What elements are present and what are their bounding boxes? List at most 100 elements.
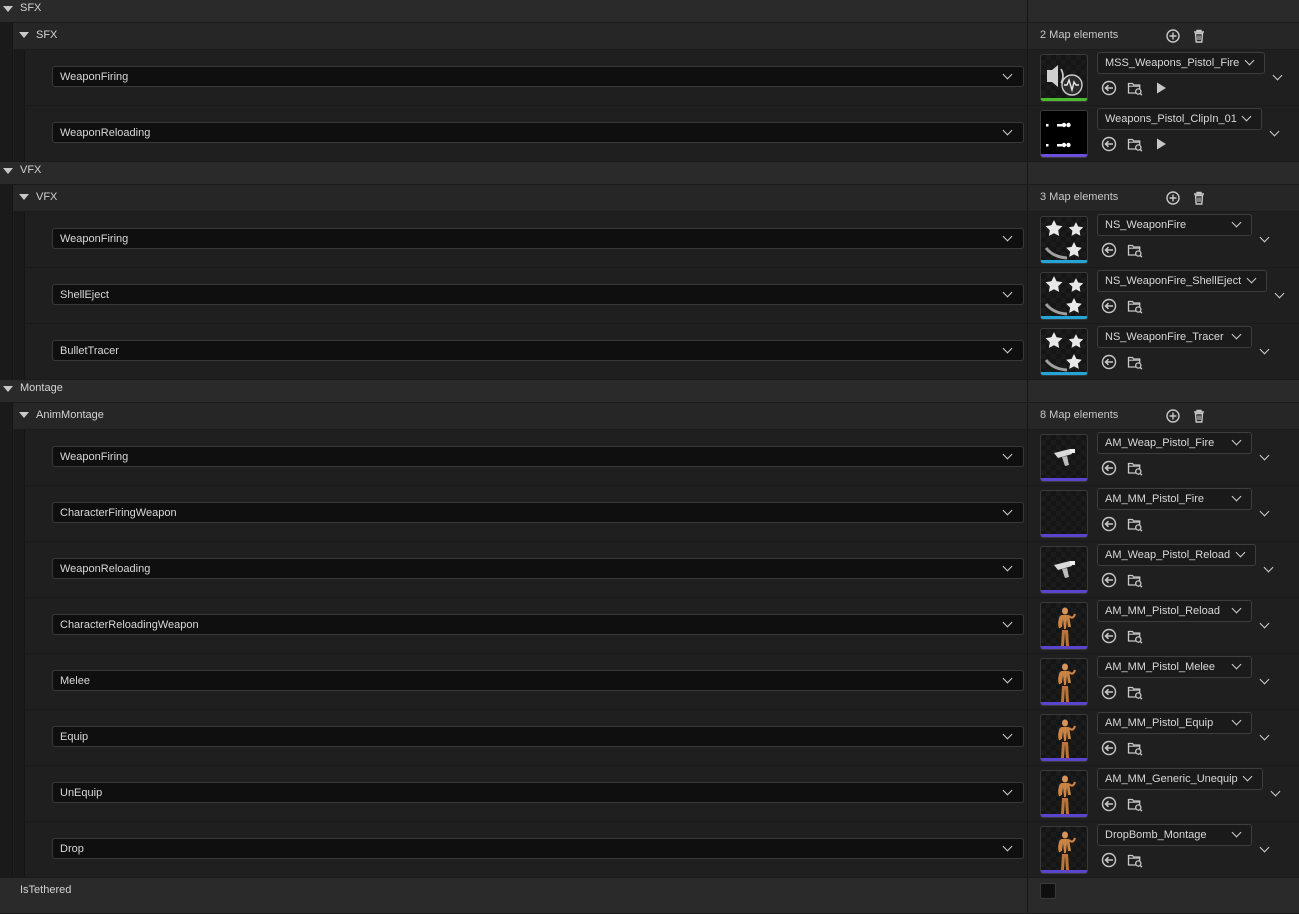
asset-thumbnail[interactable]	[1040, 602, 1088, 650]
chevron-down-icon[interactable]	[1231, 217, 1242, 228]
asset-thumbnail[interactable]	[1040, 434, 1088, 482]
chevron-down-icon[interactable]	[1231, 435, 1242, 446]
category-header[interactable]: VFX	[0, 162, 1299, 185]
asset-picker-combo[interactable]: AM_MM_Pistol_Melee	[1097, 656, 1252, 678]
use-selected-asset-button[interactable]	[1100, 79, 1118, 97]
use-selected-asset-button[interactable]	[1100, 795, 1118, 813]
asset-picker-combo[interactable]: NS_WeaponFire_Tracer	[1097, 326, 1252, 348]
asset-thumbnail[interactable]	[1040, 770, 1088, 818]
chevron-down-icon[interactable]	[1002, 729, 1013, 740]
gameplay-tag-key-combo[interactable]: CharacterFiringWeapon	[52, 502, 1024, 523]
asset-picker-combo[interactable]: NS_WeaponFire_ShellEject	[1097, 270, 1267, 292]
chevron-down-icon[interactable]	[1002, 841, 1013, 852]
gameplay-tag-key-combo[interactable]: WeaponFiring	[52, 228, 1024, 249]
asset-thumbnail[interactable]	[1040, 658, 1088, 706]
expand-arrow-icon[interactable]	[3, 6, 13, 12]
gameplay-tag-key-combo[interactable]: UnEquip	[52, 782, 1024, 803]
browse-to-asset-button[interactable]	[1126, 79, 1144, 97]
browse-to-asset-button[interactable]	[1126, 683, 1144, 701]
entry-expand-chevron-icon[interactable]	[1259, 450, 1270, 461]
asset-thumbnail[interactable]	[1040, 54, 1088, 102]
asset-picker-combo[interactable]: AM_MM_Generic_Unequip	[1097, 768, 1263, 790]
chevron-down-icon[interactable]	[1231, 659, 1242, 670]
asset-picker-combo[interactable]: AM_Weap_Pistol_Fire	[1097, 432, 1252, 454]
browse-to-asset-button[interactable]	[1126, 241, 1144, 259]
chevron-down-icon[interactable]	[1002, 505, 1013, 516]
entry-expand-chevron-icon[interactable]	[1259, 618, 1270, 629]
chevron-down-icon[interactable]	[1002, 617, 1013, 628]
entry-expand-chevron-icon[interactable]	[1259, 232, 1270, 243]
delete-all-button[interactable]	[1190, 407, 1208, 425]
browse-to-asset-button[interactable]	[1126, 851, 1144, 869]
asset-picker-combo[interactable]: DropBomb_Montage	[1097, 824, 1252, 846]
use-selected-asset-button[interactable]	[1100, 571, 1118, 589]
use-selected-asset-button[interactable]	[1100, 739, 1118, 757]
chevron-down-icon[interactable]	[1241, 111, 1252, 122]
entry-expand-chevron-icon[interactable]	[1270, 786, 1281, 797]
gameplay-tag-key-combo[interactable]: CharacterReloadingWeapon	[52, 614, 1024, 635]
asset-picker-combo[interactable]: MSS_Weapons_Pistol_Fire	[1097, 52, 1265, 74]
asset-picker-combo[interactable]: AM_MM_Pistol_Reload	[1097, 600, 1252, 622]
chevron-down-icon[interactable]	[1231, 715, 1242, 726]
browse-to-asset-button[interactable]	[1126, 515, 1144, 533]
category-header[interactable]: Montage	[0, 380, 1299, 403]
expand-arrow-icon[interactable]	[19, 194, 29, 200]
add-element-button[interactable]	[1164, 407, 1182, 425]
use-selected-asset-button[interactable]	[1100, 353, 1118, 371]
chevron-down-icon[interactable]	[1002, 125, 1013, 136]
chevron-down-icon[interactable]	[1002, 561, 1013, 572]
asset-thumbnail[interactable]	[1040, 272, 1088, 320]
expand-arrow-icon[interactable]	[3, 386, 13, 392]
asset-picker-combo[interactable]: AM_MM_Pistol_Fire	[1097, 488, 1252, 510]
browse-to-asset-button[interactable]	[1126, 795, 1144, 813]
asset-thumbnail[interactable]	[1040, 546, 1088, 594]
entry-expand-chevron-icon[interactable]	[1259, 674, 1270, 685]
asset-picker-combo[interactable]: AM_MM_Pistol_Equip	[1097, 712, 1252, 734]
use-selected-asset-button[interactable]	[1100, 851, 1118, 869]
gameplay-tag-key-combo[interactable]: WeaponReloading	[52, 558, 1024, 579]
chevron-down-icon[interactable]	[1002, 231, 1013, 242]
use-selected-asset-button[interactable]	[1100, 459, 1118, 477]
entry-expand-chevron-icon[interactable]	[1274, 288, 1285, 299]
chevron-down-icon[interactable]	[1231, 329, 1242, 340]
category-header[interactable]: SFX	[0, 0, 1299, 23]
chevron-down-icon[interactable]	[1244, 55, 1255, 66]
browse-to-asset-button[interactable]	[1126, 739, 1144, 757]
play-sound-button[interactable]	[1152, 79, 1170, 97]
gameplay-tag-key-combo[interactable]: WeaponFiring	[52, 446, 1024, 467]
asset-thumbnail[interactable]	[1040, 110, 1088, 158]
istethered-checkbox[interactable]	[1040, 883, 1056, 899]
delete-all-button[interactable]	[1190, 189, 1208, 207]
use-selected-asset-button[interactable]	[1100, 135, 1118, 153]
chevron-down-icon[interactable]	[1002, 785, 1013, 796]
delete-all-button[interactable]	[1190, 27, 1208, 45]
map-property-header[interactable]: SFX 2 Map elements	[0, 23, 1299, 50]
entry-expand-chevron-icon[interactable]	[1272, 70, 1283, 81]
gameplay-tag-key-combo[interactable]: BulletTracer	[52, 340, 1024, 361]
use-selected-asset-button[interactable]	[1100, 515, 1118, 533]
chevron-down-icon[interactable]	[1235, 547, 1246, 558]
use-selected-asset-button[interactable]	[1100, 297, 1118, 315]
use-selected-asset-button[interactable]	[1100, 627, 1118, 645]
asset-thumbnail[interactable]	[1040, 490, 1088, 538]
use-selected-asset-button[interactable]	[1100, 241, 1118, 259]
gameplay-tag-key-combo[interactable]: WeaponReloading	[52, 122, 1024, 143]
map-property-header[interactable]: AnimMontage 8 Map elements	[0, 403, 1299, 430]
entry-expand-chevron-icon[interactable]	[1259, 506, 1270, 517]
map-property-header[interactable]: VFX 3 Map elements	[0, 185, 1299, 212]
expand-arrow-icon[interactable]	[19, 412, 29, 418]
gameplay-tag-key-combo[interactable]: Melee	[52, 670, 1024, 691]
chevron-down-icon[interactable]	[1002, 69, 1013, 80]
asset-picker-combo[interactable]: Weapons_Pistol_ClipIn_01	[1097, 108, 1262, 130]
browse-to-asset-button[interactable]	[1126, 297, 1144, 315]
gameplay-tag-key-combo[interactable]: Drop	[52, 838, 1024, 859]
asset-picker-combo[interactable]: NS_WeaponFire	[1097, 214, 1252, 236]
chevron-down-icon[interactable]	[1002, 287, 1013, 298]
entry-expand-chevron-icon[interactable]	[1259, 344, 1270, 355]
entry-expand-chevron-icon[interactable]	[1259, 842, 1270, 853]
asset-picker-combo[interactable]: AM_Weap_Pistol_Reload	[1097, 544, 1256, 566]
add-element-button[interactable]	[1164, 189, 1182, 207]
browse-to-asset-button[interactable]	[1126, 459, 1144, 477]
browse-to-asset-button[interactable]	[1126, 627, 1144, 645]
expand-arrow-icon[interactable]	[3, 168, 13, 174]
